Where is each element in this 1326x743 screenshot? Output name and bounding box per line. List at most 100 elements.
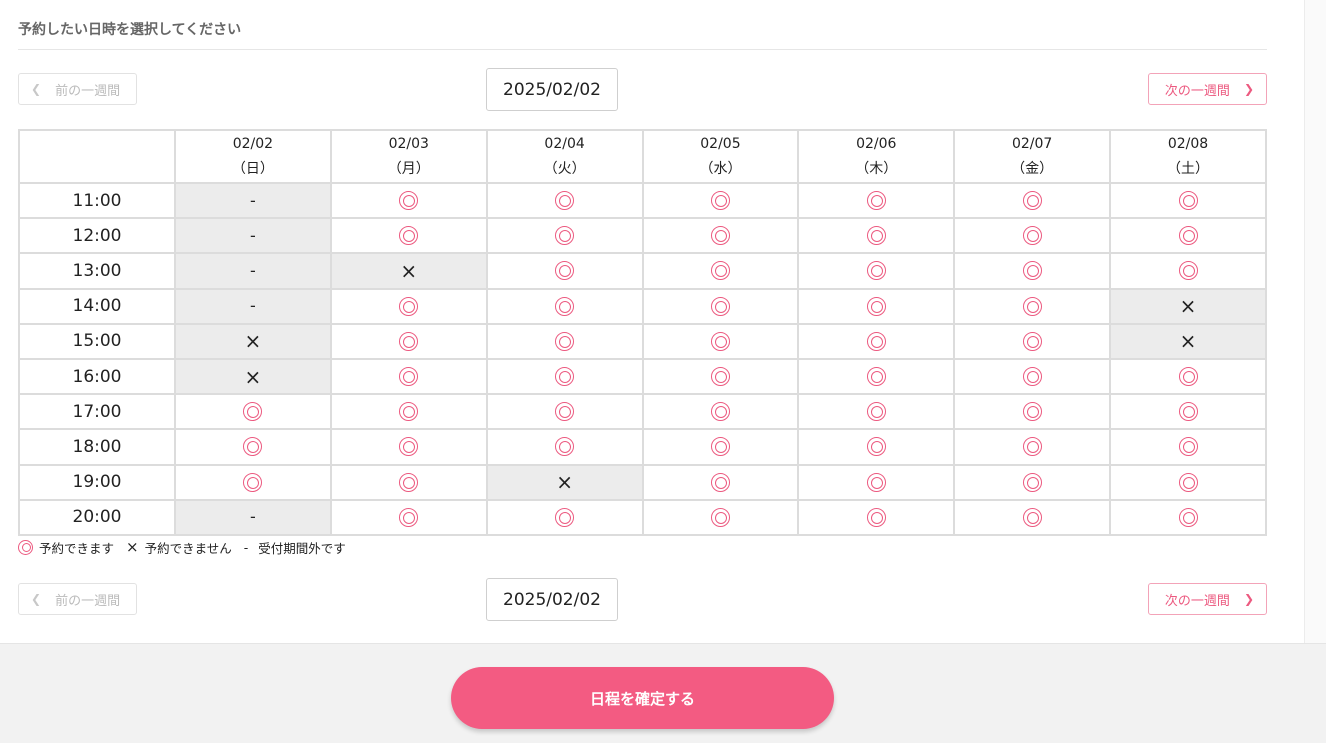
available-mark-icon xyxy=(710,437,730,457)
slot-cell-available[interactable] xyxy=(953,428,1112,466)
slot-cell-available[interactable] xyxy=(641,357,800,396)
slot-cell-available[interactable] xyxy=(329,498,488,536)
slot-cell-available[interactable] xyxy=(329,181,488,220)
slot-cell-available[interactable] xyxy=(641,217,800,255)
slot-cell-available[interactable] xyxy=(797,322,956,360)
slot-cell-available[interactable] xyxy=(953,498,1112,536)
slot-cell-available[interactable] xyxy=(797,252,956,290)
available-mark-icon xyxy=(1178,472,1198,492)
day-header: 02/08 （土） xyxy=(1109,129,1267,184)
slot-cell-available[interactable] xyxy=(1109,393,1267,431)
slot-cell-available[interactable] xyxy=(797,393,956,431)
slot-cell-available[interactable] xyxy=(641,498,800,536)
available-mark-icon xyxy=(866,402,886,422)
time-label: 16:00 xyxy=(18,357,176,396)
slot-cell-available[interactable] xyxy=(641,287,800,325)
slot-cell-available[interactable] xyxy=(485,181,644,220)
slot-cell-available[interactable] xyxy=(485,357,644,396)
slot-cell-available[interactable] xyxy=(1109,428,1267,466)
available-mark-icon xyxy=(555,261,575,281)
slot-cell-available[interactable] xyxy=(641,463,800,501)
header-corner xyxy=(18,129,176,184)
available-mark-icon xyxy=(399,296,419,316)
slot-cell-available[interactable] xyxy=(1109,498,1267,536)
slot-cell-outside-period: - xyxy=(174,181,332,220)
outside-period-mark: - xyxy=(250,260,256,280)
slot-cell-available[interactable] xyxy=(485,393,644,431)
slot-cell-available[interactable] xyxy=(329,428,488,466)
slot-cell-available[interactable] xyxy=(485,498,644,536)
confirm-schedule-button[interactable]: 日程を確定する xyxy=(451,667,834,729)
date-picker-input-bottom[interactable]: 2025/02/02 xyxy=(486,578,618,621)
prev-week-button-bottom[interactable]: ❮ 前の一週間 xyxy=(18,583,137,615)
slot-cell-available[interactable] xyxy=(953,393,1112,431)
date-picker-input[interactable]: 2025/02/02 xyxy=(486,68,618,111)
slot-cell-available[interactable] xyxy=(1109,217,1267,255)
slot-cell-available[interactable] xyxy=(641,181,800,220)
legend: 予約できます × 予約できません - 受付期間外です xyxy=(18,538,346,556)
heading-divider xyxy=(18,49,1267,50)
slot-cell-available[interactable] xyxy=(485,217,644,255)
slot-cell-available[interactable] xyxy=(174,428,332,466)
slot-cell-available[interactable] xyxy=(953,252,1112,290)
slot-cell-available[interactable] xyxy=(329,463,488,501)
slot-cell-available[interactable] xyxy=(641,252,800,290)
available-mark-icon xyxy=(555,226,575,246)
slot-cell-available[interactable] xyxy=(797,498,956,536)
available-mark-icon xyxy=(243,472,263,492)
available-mark-icon xyxy=(1178,507,1198,527)
slot-cell-available[interactable] xyxy=(953,322,1112,360)
slot-cell-available[interactable] xyxy=(797,463,956,501)
scrollbar-track[interactable] xyxy=(1304,0,1326,643)
slot-cell-available[interactable] xyxy=(329,393,488,431)
slot-cell-available[interactable] xyxy=(174,393,332,431)
next-week-button[interactable]: 次の一週間 ❯ xyxy=(1148,73,1267,105)
slot-cell-available[interactable] xyxy=(485,322,644,360)
slot-cell-available[interactable] xyxy=(329,217,488,255)
slot-cell-available[interactable] xyxy=(485,287,644,325)
slot-cell-available[interactable] xyxy=(329,287,488,325)
prev-week-label: 前の一週間 xyxy=(55,593,121,609)
time-label: 17:00 xyxy=(18,393,176,431)
week-nav-bottom: ❮ 前の一週間 2025/02/02 次の一週間 ❯ xyxy=(18,578,1267,622)
available-mark-icon xyxy=(1022,331,1042,351)
slot-cell-available[interactable] xyxy=(953,217,1112,255)
slot-cell-available[interactable] xyxy=(797,428,956,466)
slot-cell-available[interactable] xyxy=(953,357,1112,396)
slot-cell-available[interactable] xyxy=(1109,463,1267,501)
slot-cell-available[interactable] xyxy=(1109,181,1267,220)
available-mark-icon xyxy=(1022,296,1042,316)
slot-cell-available[interactable] xyxy=(641,322,800,360)
slot-cell-available[interactable] xyxy=(641,393,800,431)
available-mark-icon xyxy=(866,261,886,281)
outside-period-mark: - xyxy=(250,296,256,316)
slot-cell-available[interactable] xyxy=(953,181,1112,220)
prev-week-button[interactable]: ❮ 前の一週間 xyxy=(18,73,137,105)
available-mark-icon xyxy=(866,191,886,211)
next-week-button-bottom[interactable]: 次の一週間 ❯ xyxy=(1148,583,1267,615)
slot-cell-available[interactable] xyxy=(797,217,956,255)
slot-cell-available[interactable] xyxy=(329,322,488,360)
slot-cell-available[interactable] xyxy=(797,357,956,396)
legend-unavailable: 予約できません xyxy=(144,540,232,556)
slot-cell-available[interactable] xyxy=(329,357,488,396)
slot-cell-outside-period: - xyxy=(174,252,332,290)
available-mark-icon xyxy=(866,226,886,246)
slot-cell-available[interactable] xyxy=(953,287,1112,325)
available-mark-icon xyxy=(710,296,730,316)
slot-cell-unavailable: × xyxy=(174,357,332,396)
slot-cell-available[interactable] xyxy=(641,428,800,466)
slot-cell-available[interactable] xyxy=(1109,357,1267,396)
slot-cell-available[interactable] xyxy=(1109,252,1267,290)
slot-cell-available[interactable] xyxy=(485,252,644,290)
slot-cell-available[interactable] xyxy=(174,463,332,501)
slot-cell-outside-period: - xyxy=(174,217,332,255)
chevron-right-icon: ❯ xyxy=(1243,592,1254,606)
slot-cell-available[interactable] xyxy=(797,181,956,220)
slot-cell-unavailable: × xyxy=(174,322,332,360)
slot-cell-available[interactable] xyxy=(485,428,644,466)
available-mark-icon xyxy=(555,507,575,527)
slot-cell-available[interactable] xyxy=(953,463,1112,501)
time-label: 11:00 xyxy=(18,181,176,220)
slot-cell-available[interactable] xyxy=(797,287,956,325)
